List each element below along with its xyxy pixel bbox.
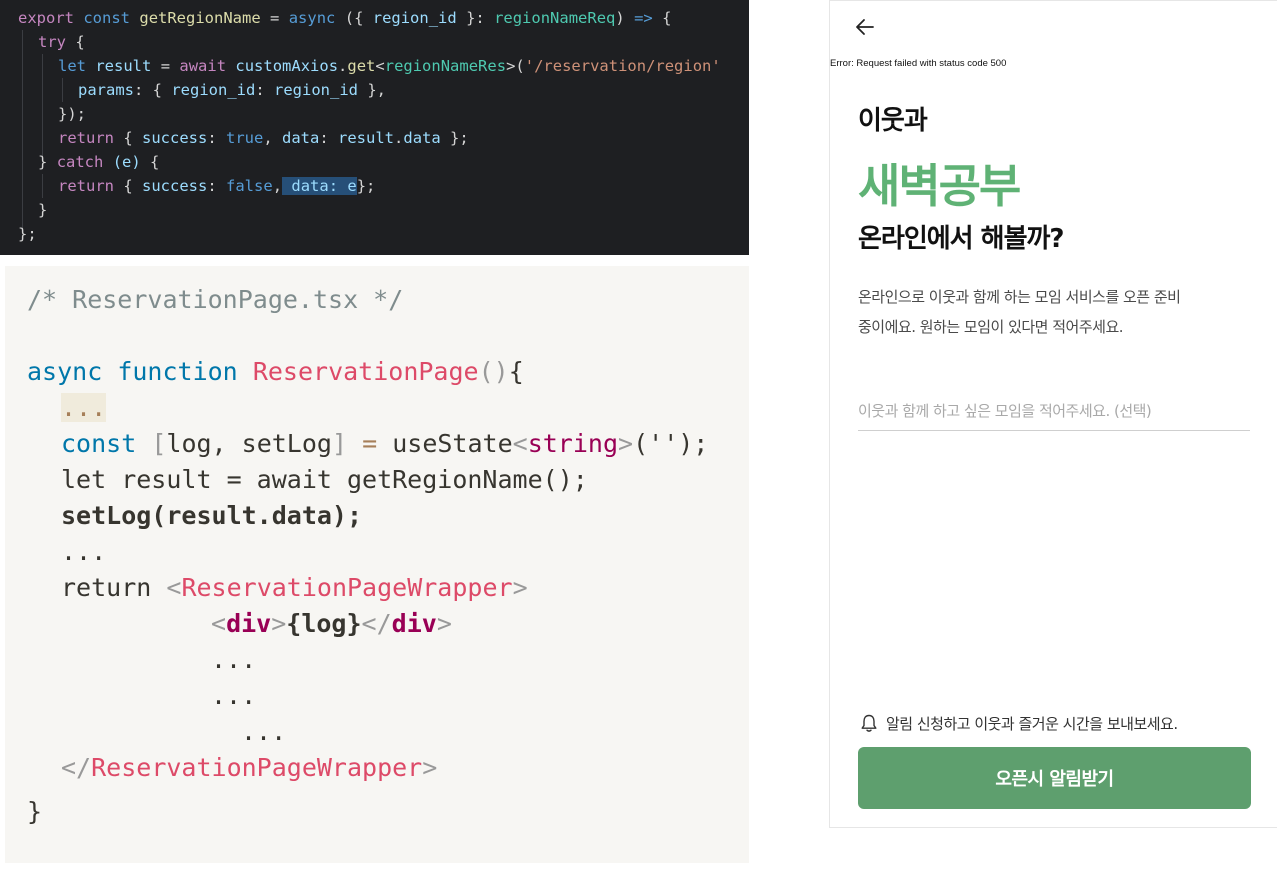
divider bbox=[830, 0, 1277, 5]
headline-line-1: 이웃과 bbox=[858, 106, 928, 136]
indent-guide bbox=[42, 174, 43, 198]
selected-text: data: bbox=[282, 177, 348, 195]
code-div-line: <div>{log}</div> bbox=[211, 609, 452, 638]
error-message: Error: Request failed with status code 5… bbox=[830, 58, 1007, 69]
code-ellipsis: ... bbox=[61, 537, 107, 566]
notify-hint: 알림 신청하고 이웃과 즐거운 시간을 보내보세요. bbox=[860, 708, 1178, 738]
notify-on-open-button[interactable]: 오픈시 알림받기 bbox=[858, 747, 1251, 809]
headline-highlight: 새벽공부 bbox=[858, 159, 1021, 213]
dark-code-line-7: } catch (e) { bbox=[38, 153, 160, 171]
code-setlog-line: setLog(result.data); bbox=[61, 501, 363, 530]
description-line: 온라인으로 이웃과 함께 하는 모임 서비스를 오픈 준비 bbox=[858, 288, 1181, 306]
code-let-result-line: let result = await getRegionName(); bbox=[61, 465, 588, 494]
dark-code-line-1: export const getRegionName = async ({ re… bbox=[18, 9, 672, 27]
code-close-tag-line: </ReservationPageWrapper> bbox=[61, 753, 438, 782]
dark-code-line-9: } bbox=[38, 201, 48, 219]
code-close-brace: } bbox=[27, 797, 43, 826]
dark-code-line-4: params: { region_id: region_id }, bbox=[78, 81, 386, 99]
dark-code-line-8: return { success: false, data: e}; bbox=[58, 177, 376, 195]
code-ellipsis: ... bbox=[241, 717, 287, 746]
code-function-declaration: async function ReservationPage(){ bbox=[27, 357, 524, 386]
mobile-app-screen: Error: Request failed with status code 5… bbox=[829, 0, 1277, 828]
dark-code-line-6: return { success: true, data: result.dat… bbox=[58, 129, 469, 147]
dark-code-editor-screenshot: export const getRegionName = async ({ re… bbox=[0, 0, 749, 255]
headline-line-3: 온라인에서 해볼까? bbox=[858, 224, 1064, 254]
back-button[interactable] bbox=[854, 16, 890, 46]
dark-code-line-2: try { bbox=[38, 33, 85, 51]
notify-hint-text: 알림 신청하고 이웃과 즐거운 시간을 보내보세요. bbox=[886, 714, 1178, 733]
dark-code-line-10: }; bbox=[18, 225, 37, 243]
code-return-line: return <ReservationPageWrapper> bbox=[61, 573, 528, 602]
description-line: 중이에요. 원하는 모임이 있다면 적어주세요. bbox=[858, 318, 1124, 336]
code-usestate-line: const [log, setLog] = useState<string>('… bbox=[61, 429, 709, 458]
dark-code-line-3: let result = await customAxios.get<regio… bbox=[58, 57, 721, 75]
dark-code-line-5: }); bbox=[58, 105, 86, 123]
code-ellipsis: ... bbox=[211, 681, 257, 710]
light-code-block: /* ReservationPage.tsx */ async function… bbox=[5, 266, 749, 863]
bell-icon bbox=[861, 714, 877, 732]
indent-guide bbox=[22, 30, 23, 228]
code-ellipsis: ... bbox=[211, 645, 257, 674]
code-comment: /* ReservationPage.tsx */ bbox=[27, 285, 404, 314]
arrow-left-icon bbox=[856, 19, 874, 35]
indent-guide bbox=[42, 54, 43, 156]
selected-text-cursor: e bbox=[347, 177, 357, 195]
description-text: 온라인으로 이웃과 함께 하는 모임 서비스를 오픈 준비 중이에요. 원하는 … bbox=[858, 282, 1238, 342]
code-ellipsis: ... bbox=[61, 393, 107, 422]
meeting-wish-input[interactable] bbox=[858, 392, 1250, 431]
indent-guide bbox=[62, 78, 63, 102]
